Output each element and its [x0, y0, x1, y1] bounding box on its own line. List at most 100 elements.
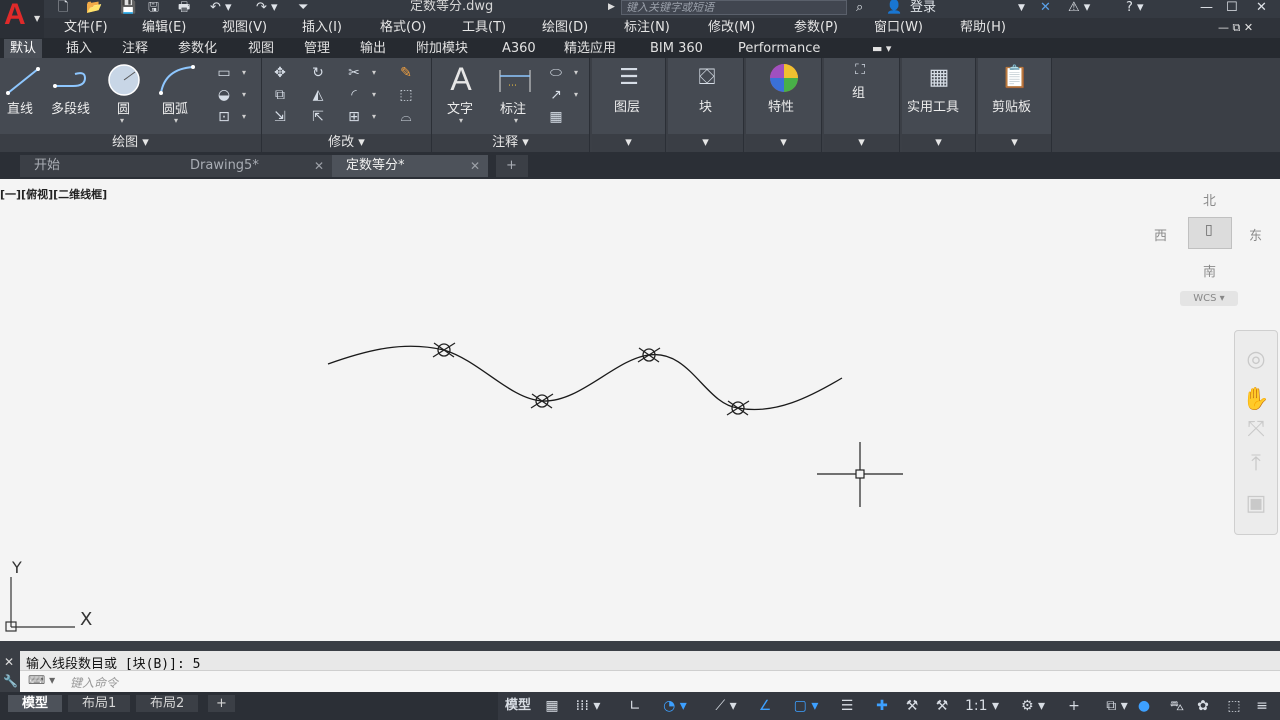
tab-view[interactable]: 视图: [242, 39, 280, 58]
steering-wheel-icon[interactable]: ◎: [1235, 347, 1277, 372]
menu-parametric[interactable]: 参数(P): [794, 19, 838, 37]
arc-button[interactable]: 圆弧: [162, 98, 188, 117]
layout-tab-model[interactable]: 模型: [8, 695, 63, 712]
print-icon[interactable]: 🖶: [178, 0, 190, 16]
boundary-icon[interactable]: ⊡: [212, 108, 236, 126]
multileader-icon[interactable]: ↗: [544, 86, 568, 104]
workspace-gear-icon[interactable]: ⚙ ▾: [1010, 695, 1056, 717]
erase-icon[interactable]: ✎: [394, 64, 418, 82]
scale-icon[interactable]: ⇱: [306, 108, 330, 126]
fillet-icon[interactable]: ◜: [342, 86, 366, 104]
tab-featured-apps[interactable]: 精选应用: [558, 39, 622, 58]
tab-performance[interactable]: Performance: [732, 39, 826, 58]
leader-icon[interactable]: ⬭: [544, 64, 568, 82]
doc-window-controls[interactable]: — ⧉ ✕: [1218, 19, 1253, 37]
menu-format[interactable]: 格式(O): [380, 19, 426, 37]
annotation-scale[interactable]: 1:1 ▾: [960, 695, 1004, 717]
dimension-icon[interactable]: ⋯: [496, 64, 534, 98]
tab-insert[interactable]: 插入: [60, 39, 98, 58]
dimension-dropdown-icon[interactable]: ▾: [514, 116, 518, 125]
command-line-grip[interactable]: [0, 641, 1280, 651]
add-layout-button[interactable]: +: [208, 695, 235, 712]
drawing-area[interactable]: [0, 179, 1280, 641]
utilities-panel-expand[interactable]: ▾: [902, 134, 975, 152]
tab-parametric[interactable]: 参数化: [172, 39, 223, 58]
close-tab-icon[interactable]: ✕: [314, 155, 324, 177]
block-panel-expand[interactable]: ▾: [668, 134, 743, 152]
hatch-dropdown-icon[interactable]: ▾: [242, 90, 246, 99]
new-tab-button[interactable]: +: [496, 155, 528, 177]
search-input[interactable]: 键入关键字或短语: [621, 0, 847, 15]
clean-screen-icon[interactable]: ✿: [1190, 695, 1216, 717]
draw-panel-title[interactable]: 绘图 ▾: [0, 134, 261, 152]
customization-menu-icon[interactable]: ≡: [1250, 695, 1274, 717]
circle-icon[interactable]: [104, 62, 144, 98]
arc-dropdown-icon[interactable]: ▾: [174, 116, 178, 125]
trim-icon[interactable]: ✂: [342, 64, 366, 82]
menu-dimension[interactable]: 标注(N): [624, 19, 670, 37]
model-space-button[interactable]: 模型: [500, 695, 536, 717]
file-tab-active[interactable]: 定数等分* ✕: [332, 155, 488, 177]
circle-dropdown-icon[interactable]: ▾: [120, 116, 124, 125]
polyline-button[interactable]: 多段线: [51, 98, 90, 117]
application-menu-button[interactable]: A ▼: [0, 0, 44, 36]
rectangle-icon[interactable]: ▭: [212, 64, 236, 82]
stretch-icon[interactable]: ⇲: [268, 108, 292, 126]
viewcube-west[interactable]: 西: [1154, 225, 1167, 244]
tab-bim360[interactable]: BIM 360: [644, 39, 709, 58]
array-icon[interactable]: ⊞: [342, 108, 366, 126]
ribbon-toggle-icon[interactable]: ▬ ▾: [866, 39, 897, 58]
minimize-window-icon[interactable]: —: [1200, 0, 1213, 16]
clipboard-panel-expand[interactable]: ▾: [978, 134, 1051, 152]
hardware-acceleration-icon[interactable]: ⛍: [1164, 695, 1190, 717]
zoom-icon[interactable]: ⤧: [1235, 417, 1277, 442]
annotation-visibility-icon[interactable]: ⚒: [898, 695, 926, 717]
menu-view[interactable]: 视图(V): [222, 19, 267, 37]
group-panel-expand[interactable]: ▾: [824, 134, 899, 152]
viewcube-south[interactable]: 南: [1203, 261, 1216, 280]
copy-icon[interactable]: ⧉: [268, 86, 292, 104]
viewcube-face[interactable]: ▯: [1188, 217, 1232, 249]
open-file-icon[interactable]: 📂: [86, 0, 102, 16]
save-icon[interactable]: 💾: [120, 0, 136, 16]
close-command-line-icon[interactable]: ✕: [4, 655, 14, 669]
offset-icon[interactable]: ⌓: [394, 108, 418, 126]
close-window-icon[interactable]: ✕: [1256, 0, 1267, 16]
layout-tab-layout1[interactable]: 布局1: [68, 695, 131, 712]
tab-manage[interactable]: 管理: [298, 39, 336, 58]
annotation-plus-icon[interactable]: +: [1060, 695, 1088, 717]
new-file-icon[interactable]: 🗋: [58, 0, 68, 16]
orbit-icon[interactable]: ⤒: [1235, 451, 1277, 476]
arc-icon[interactable]: [156, 62, 198, 98]
command-input[interactable]: [0, 670, 1280, 692]
annotation-monitor-icon[interactable]: ✚: [868, 695, 896, 717]
text-dropdown-icon[interactable]: ▾: [459, 116, 463, 125]
line-button[interactable]: 直线: [7, 98, 33, 117]
polar-tracking-icon[interactable]: ◔ ▾: [652, 695, 698, 717]
close-tab-icon[interactable]: ✕: [470, 155, 480, 177]
object-snap-icon[interactable]: ▢ ▾: [784, 695, 828, 717]
isodraft-icon[interactable]: ⟋ ▾: [704, 695, 748, 717]
pan-icon[interactable]: ✋: [1235, 387, 1277, 412]
customize-qat-icon[interactable]: ⏷: [298, 0, 308, 16]
menu-tools[interactable]: 工具(T): [462, 19, 506, 37]
move-icon[interactable]: ✥: [268, 64, 292, 82]
layout-tab-layout2[interactable]: 布局2: [136, 695, 199, 712]
viewcube-east[interactable]: 东: [1249, 225, 1262, 244]
save-as-icon[interactable]: 🖫: [148, 0, 159, 16]
text-button[interactable]: 文字: [447, 98, 473, 117]
fillet-dropdown-icon[interactable]: ▾: [372, 90, 376, 99]
explode-icon[interactable]: ⬚: [394, 86, 418, 104]
autoscale-icon[interactable]: ⚒: [928, 695, 956, 717]
leader-dropdown-icon[interactable]: ▾: [574, 68, 578, 77]
layers-panel-expand[interactable]: ▾: [592, 134, 665, 152]
modify-panel-title[interactable]: 修改 ▾: [262, 134, 431, 152]
tab-default[interactable]: 默认: [4, 39, 43, 58]
binoculars-icon[interactable]: ⌕: [856, 0, 863, 16]
mirror-icon[interactable]: ◭: [306, 86, 330, 104]
lineweight-icon[interactable]: ☰: [834, 695, 860, 717]
panel-group[interactable]: ⛶ 组 ▾: [824, 58, 900, 152]
polyline-icon[interactable]: [50, 64, 96, 98]
isolate-objects-icon[interactable]: ●: [1130, 695, 1158, 717]
menu-file[interactable]: 文件(F): [64, 19, 108, 37]
